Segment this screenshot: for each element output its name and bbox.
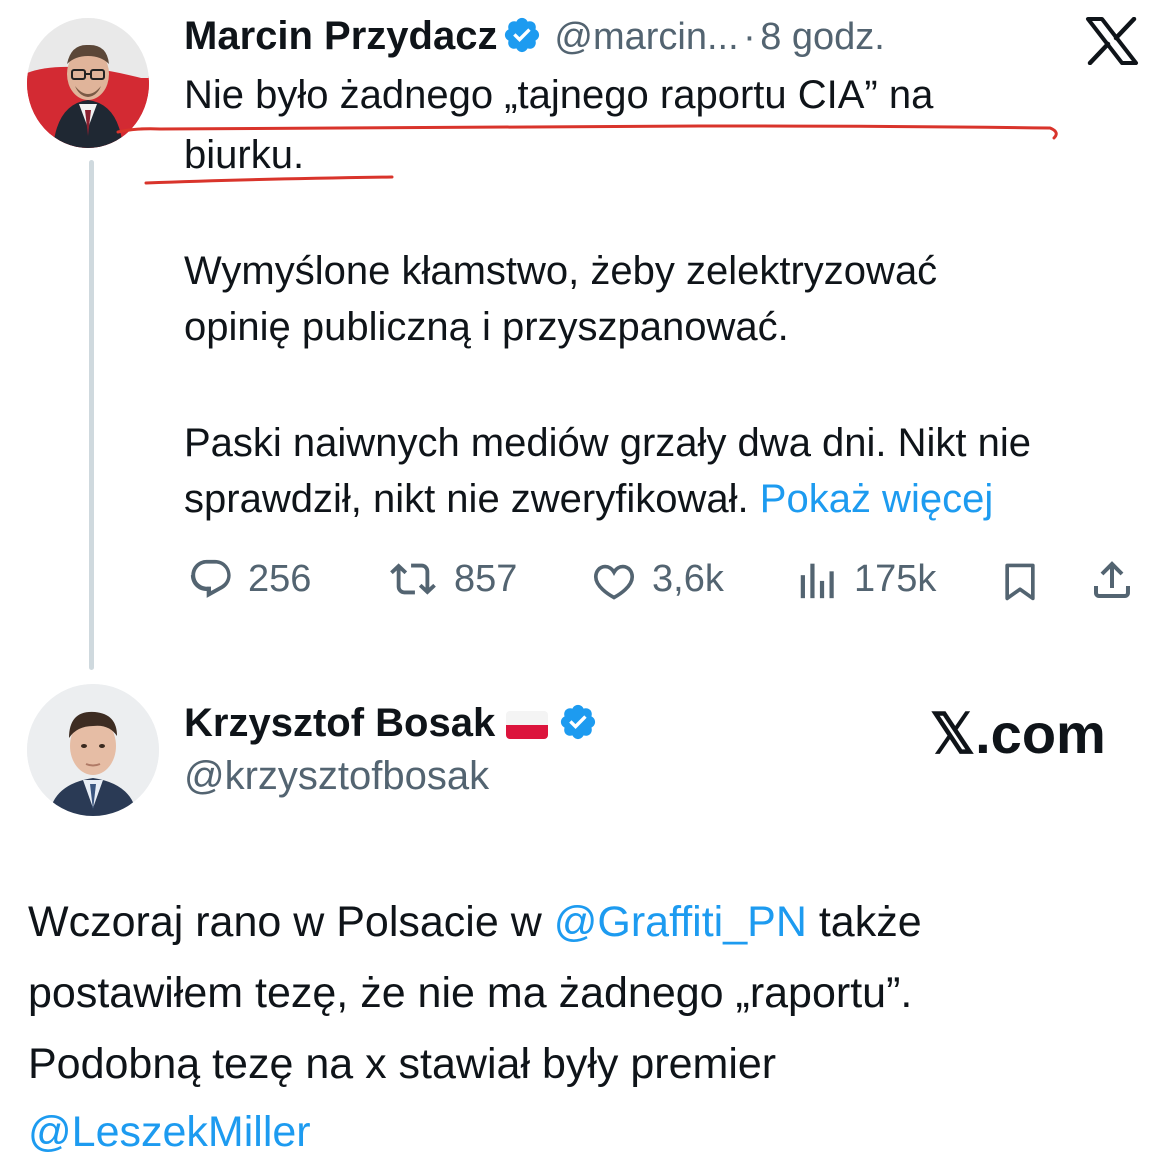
like-button[interactable]: 3,6k — [590, 556, 724, 602]
author-handle[interactable]: @krzysztofbosak — [184, 752, 489, 800]
x-com-watermark: 𝕏.com — [930, 702, 1106, 765]
mention-graffiti-pn[interactable]: @Graffiti_PN — [554, 898, 807, 946]
avatar-portrait-image — [27, 684, 159, 816]
tweet2-line1-b: także — [818, 898, 922, 946]
reply-button[interactable]: 256 — [188, 556, 311, 602]
verified-badge-icon — [561, 704, 596, 740]
bookmark-icon[interactable] — [998, 558, 1042, 604]
heart-icon — [593, 564, 635, 600]
author-name[interactable]: Krzysztof Bosak — [184, 701, 495, 745]
share-icon[interactable] — [1088, 556, 1136, 604]
like-count: 3,6k — [652, 557, 724, 600]
views-icon — [800, 563, 834, 599]
tweet1-paragraph2-line2: opinię publiczną i przyszpanować. — [184, 305, 789, 349]
poland-flag-icon — [505, 711, 548, 739]
show-more-link[interactable]: Pokaż więcej — [760, 477, 993, 521]
tweet1-paragraph3-line2: sprawdził, nikt nie zweryfikował. — [184, 477, 749, 521]
reply-count: 256 — [248, 557, 312, 600]
views-count: 175k — [854, 557, 937, 600]
views-button[interactable]: 175k — [796, 556, 936, 602]
thread-connector-line — [89, 160, 94, 670]
tweet1-paragraph3-line1: Paski naiwnych mediów grzały dwa dni. Ni… — [184, 421, 1032, 465]
repost-icon — [390, 563, 436, 595]
tweet2-line1-a: Wczoraj rano w Polsacie w — [28, 898, 542, 946]
repost-count: 857 — [454, 557, 518, 600]
tweet2-line3: Podobną tezę na x stawiał były premier — [28, 1040, 777, 1088]
tweet1-paragraph3-line2-row: sprawdził, nikt nie zweryfikował. Pokaż … — [184, 472, 993, 526]
reply-icon — [190, 559, 231, 598]
tweet2-line1-row: Wczoraj rano w Polsacie w @Graffiti_PN t… — [28, 893, 922, 951]
tweet1-paragraph2-line1: Wymyślone kłamstwo, żeby zelektryzować — [184, 249, 938, 293]
mention-leszek-miller[interactable]: @LeszekMiller — [28, 1103, 311, 1161]
red-underline-annotation — [116, 124, 1058, 185]
tweet2-line2: postawiłem tezę, że nie ma żadnego „rapo… — [28, 969, 913, 1017]
avatar-krzysztof-bosak[interactable] — [27, 684, 159, 816]
repost-button[interactable]: 857 — [386, 556, 517, 602]
tweet2-header: Krzysztof Bosak — [184, 700, 598, 746]
